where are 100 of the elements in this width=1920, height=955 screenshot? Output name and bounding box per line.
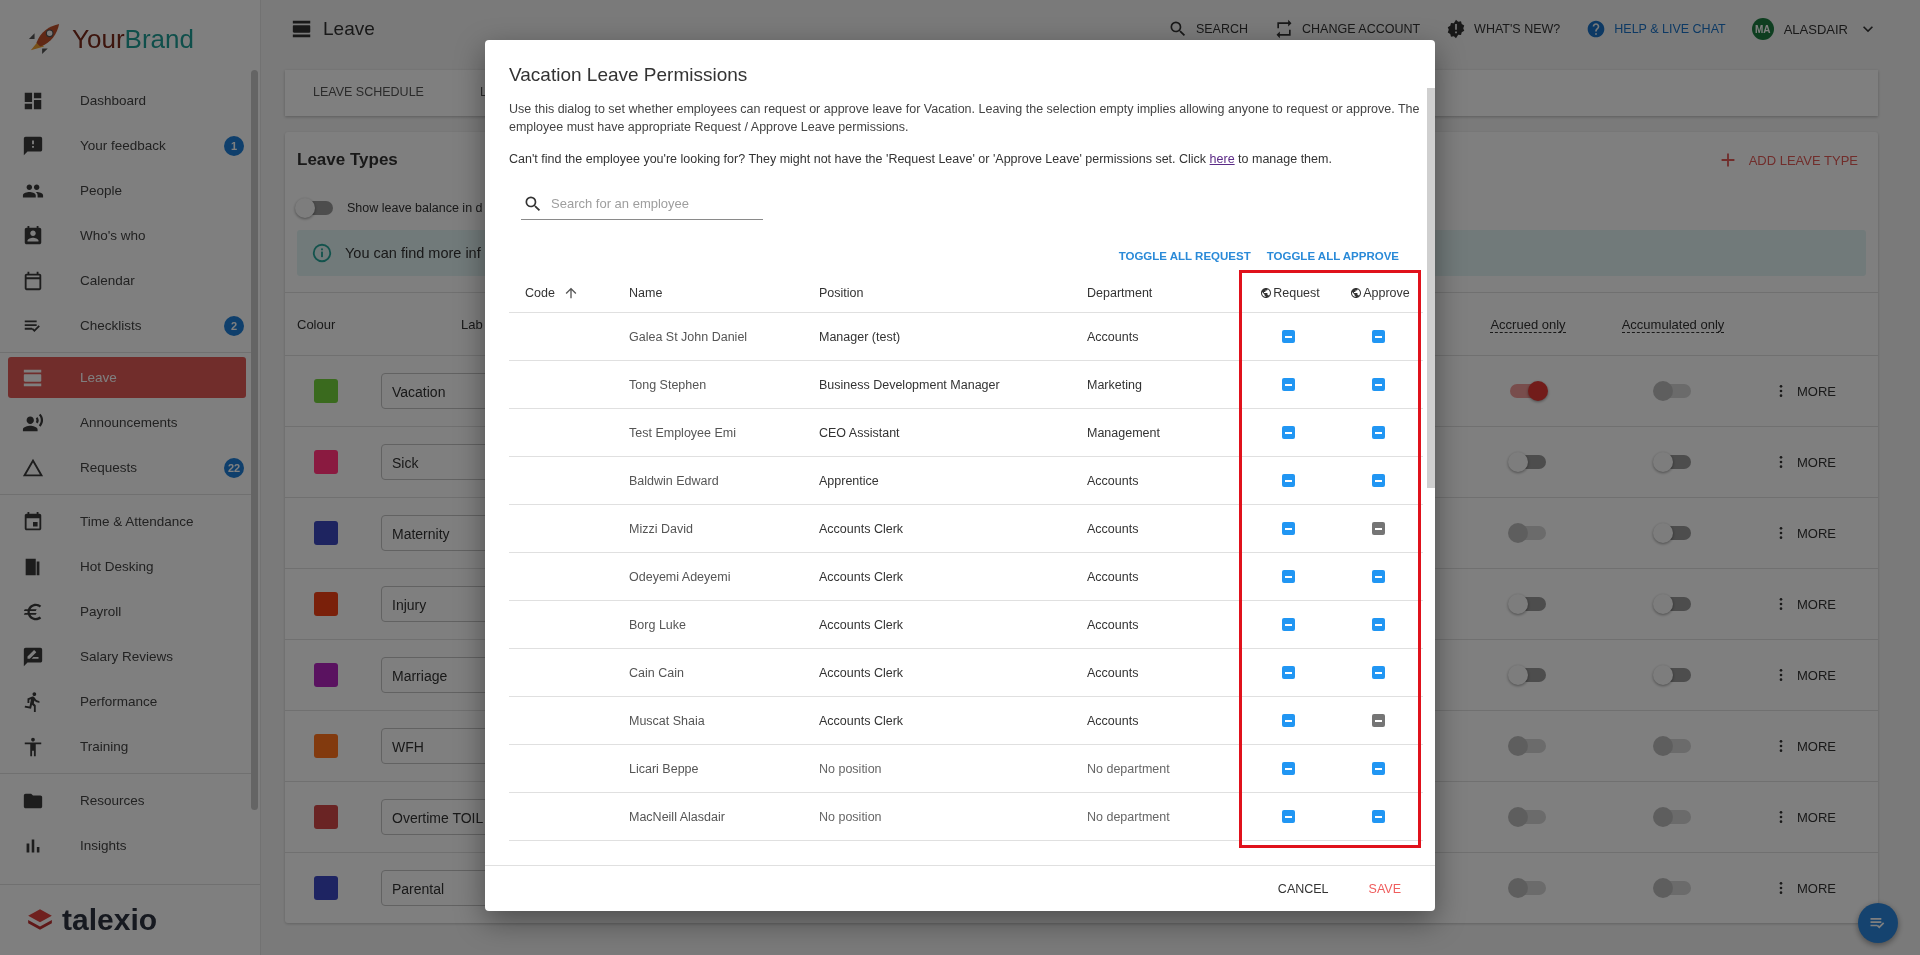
sidebar-item[interactable]: Hot Desking: [0, 544, 248, 589]
column-header[interactable]: Request: [1273, 286, 1320, 300]
id-card-icon: [22, 224, 44, 247]
checkbox[interactable]: [1371, 474, 1385, 487]
search-field[interactable]: Search for an employee: [521, 188, 763, 220]
user-menu[interactable]: MA ALASDAIR: [1751, 18, 1878, 40]
colour-swatch[interactable]: [314, 734, 338, 758]
table-cell-text: Accounts: [1086, 713, 1140, 728]
checkbox[interactable]: [1281, 714, 1295, 727]
scrollbar[interactable]: [1427, 88, 1435, 488]
toggle-switch[interactable]: [1510, 384, 1546, 398]
colour-swatch[interactable]: [314, 379, 338, 403]
sidebar-item[interactable]: Performance: [0, 679, 248, 724]
sidebar-item[interactable]: Calendar: [0, 258, 248, 303]
sidebar-item[interactable]: Requests 22: [0, 445, 248, 490]
checkbox[interactable]: [1371, 618, 1385, 631]
toolbar-link[interactable]: CHANGE ACCOUNT: [1274, 19, 1421, 39]
checkbox[interactable]: [1281, 522, 1295, 535]
colour-swatch[interactable]: [314, 521, 338, 545]
save-button[interactable]: SAVE: [1368, 881, 1401, 896]
card-title: Leave Types: [297, 150, 398, 170]
toggle-switch[interactable]: [1655, 455, 1691, 469]
scrollbar[interactable]: [251, 70, 258, 810]
more-button[interactable]: MORE: [1773, 594, 1836, 614]
checkbox[interactable]: [1371, 330, 1385, 343]
more-button[interactable]: MORE: [1773, 381, 1836, 401]
column-header[interactable]: Position: [819, 286, 864, 300]
toggle-switch[interactable]: [1655, 597, 1691, 611]
checkbox[interactable]: [1371, 762, 1385, 775]
toggle-switch[interactable]: [1655, 526, 1691, 540]
more-button[interactable]: MORE: [1773, 452, 1836, 472]
add-leave-type-button[interactable]: ADD LEAVE TYPE: [1716, 149, 1858, 171]
checkbox[interactable]: [1281, 618, 1295, 631]
checkbox[interactable]: [1281, 570, 1295, 583]
footer-logo-text: talexio: [62, 903, 158, 937]
checkbox[interactable]: [1371, 570, 1385, 583]
sidebar-item[interactable]: Leave: [8, 357, 246, 398]
more-button[interactable]: MORE: [1773, 736, 1836, 756]
sidebar-item[interactable]: Training: [0, 724, 248, 769]
table-cell-text: Cain Cain: [628, 665, 685, 680]
column-header[interactable]: Approve: [1363, 286, 1410, 300]
toolbar-link[interactable]: HELP & LIVE CHAT: [1586, 19, 1726, 39]
more-button[interactable]: MORE: [1773, 523, 1836, 543]
checkbox[interactable]: [1371, 810, 1385, 823]
sidebar-item[interactable]: Salary Reviews: [0, 634, 248, 679]
checkbox[interactable]: [1371, 378, 1385, 391]
checkbox[interactable]: [1371, 666, 1385, 679]
checkbox[interactable]: [1281, 378, 1295, 391]
table-cell-text: Manager (test): [818, 329, 902, 344]
table-cell-text: Accounts: [1086, 617, 1140, 632]
chat-bubble-icon: [22, 134, 44, 157]
table-cell-text: Marketing: [1086, 377, 1143, 392]
sidebar-item[interactable]: Insights: [0, 823, 248, 868]
toggle-switch[interactable]: [1510, 597, 1546, 611]
count-badge: 2: [224, 315, 244, 336]
table-cell-text: Muscat Shaia: [628, 713, 706, 728]
checkbox[interactable]: [1281, 810, 1295, 823]
tab[interactable]: LEAVE SCHEDULE: [285, 70, 452, 116]
checkbox[interactable]: [1281, 330, 1295, 343]
column-header: Lab: [460, 316, 484, 332]
column-header[interactable]: Name: [629, 286, 663, 300]
toggle-switch[interactable]: [1510, 455, 1546, 469]
more-button[interactable]: MORE: [1773, 665, 1836, 685]
column-header[interactable]: Code: [525, 285, 579, 301]
colour-swatch[interactable]: [314, 876, 338, 900]
floating-action-button[interactable]: [1858, 903, 1898, 943]
colour-swatch[interactable]: [314, 663, 338, 687]
table-cell-text: Test Employee Emi: [628, 425, 737, 440]
colour-swatch[interactable]: [314, 450, 338, 474]
toggle-all-button[interactable]: TOGGLE ALL REQUEST: [1118, 250, 1251, 262]
sidebar-item[interactable]: Time & Attendance: [0, 499, 248, 544]
column-header[interactable]: Department: [1087, 286, 1153, 300]
checkbox[interactable]: [1281, 666, 1295, 679]
sidebar-item[interactable]: Your feedback 1: [0, 123, 248, 168]
toggle-switch[interactable]: [1510, 668, 1546, 682]
sidebar-item[interactable]: Announcements: [0, 400, 248, 445]
toggle-all-button[interactable]: TOGGLE ALL APPROVE: [1266, 250, 1399, 262]
more-button[interactable]: MORE: [1773, 807, 1836, 827]
sidebar-item[interactable]: Dashboard: [0, 78, 248, 123]
toolbar-link[interactable]: SEARCH: [1167, 19, 1249, 39]
sidebar-item[interactable]: Payroll: [0, 589, 248, 634]
table-cell-text: Tong Stephen: [628, 377, 708, 392]
manage-link[interactable]: here: [1209, 152, 1235, 166]
checkbox[interactable]: [1281, 762, 1295, 775]
sidebar-item[interactable]: Resources: [0, 778, 248, 823]
globe-icon: [1350, 287, 1363, 299]
colour-swatch[interactable]: [314, 592, 338, 616]
sidebar-item[interactable]: Checklists 2: [0, 303, 248, 348]
toggle-switch[interactable]: [297, 201, 333, 215]
toolbar-link[interactable]: WHAT'S NEW?: [1446, 19, 1561, 39]
toggle-switch[interactable]: [1655, 668, 1691, 682]
colour-swatch[interactable]: [314, 805, 338, 829]
checkbox[interactable]: [1281, 426, 1295, 439]
checkbox[interactable]: [1281, 474, 1295, 487]
more-button[interactable]: MORE: [1773, 878, 1836, 898]
cancel-button[interactable]: CANCEL: [1277, 881, 1329, 896]
alert-seal-icon: [1446, 19, 1467, 39]
sidebar-item[interactable]: Who's who: [0, 213, 248, 258]
sidebar-item[interactable]: People: [0, 168, 248, 213]
checkbox[interactable]: [1371, 426, 1385, 439]
